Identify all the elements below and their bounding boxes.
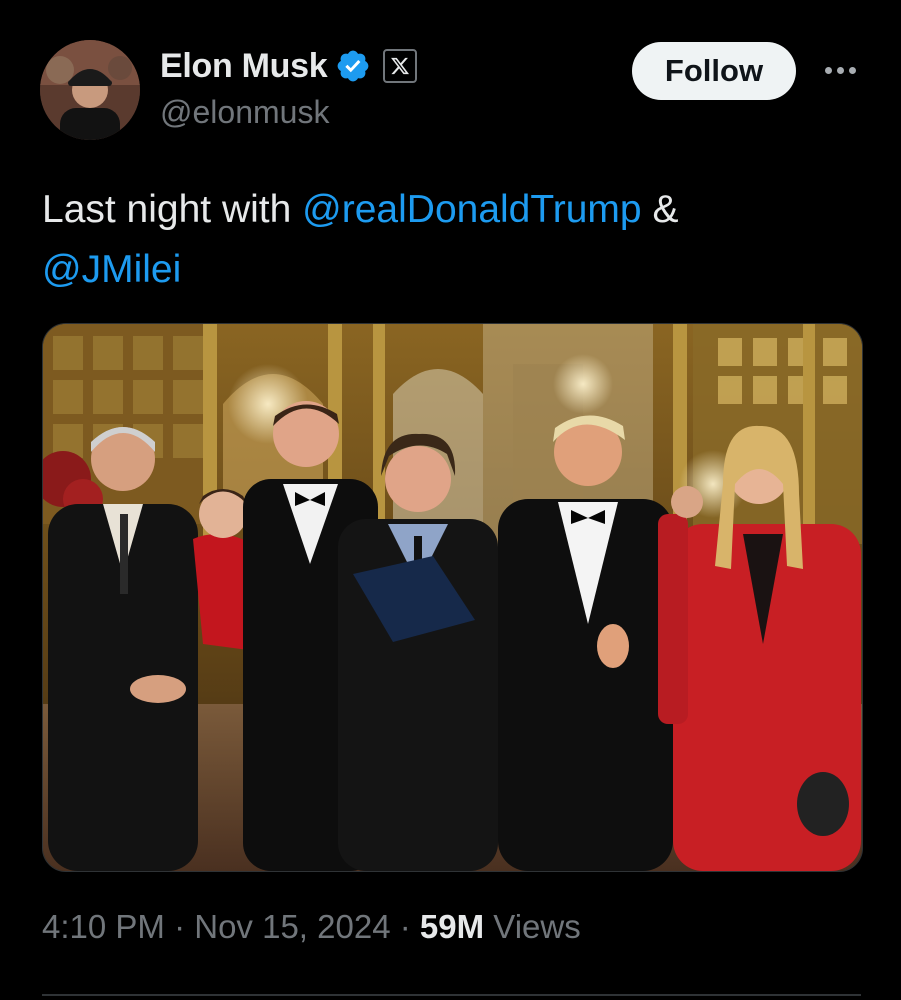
more-dot xyxy=(836,66,844,74)
author-display-name[interactable]: Elon Musk xyxy=(160,47,328,86)
tweet-meta: 4:10 PM · Nov 15, 2024 · 59M Views xyxy=(42,908,581,946)
more-dot xyxy=(824,66,832,74)
author-handle[interactable]: @elonmusk xyxy=(160,94,329,131)
tweet-photo[interactable] xyxy=(42,323,863,872)
x-logo-icon[interactable] xyxy=(383,49,418,83)
avatar[interactable] xyxy=(40,40,140,140)
views-count[interactable]: 59M xyxy=(420,908,484,945)
tweet-header: Elon Musk @elonmusk Follow xyxy=(40,40,860,140)
photo-scene xyxy=(43,324,862,871)
more-dot xyxy=(848,66,856,74)
tweet-time[interactable]: 4:10 PM xyxy=(42,908,165,945)
more-icon[interactable] xyxy=(818,56,862,84)
avatar-image xyxy=(40,40,140,140)
tweet-text: Last night with @realDonaldTrump & @JMile… xyxy=(42,180,862,300)
x-logo-glyph xyxy=(391,57,410,75)
tweet-text-prefix: Last night with xyxy=(42,188,303,231)
author-name-row: Elon Musk xyxy=(160,44,418,88)
views-label[interactable]: Views xyxy=(493,908,580,945)
divider xyxy=(42,994,861,996)
tweet-text-middle: & xyxy=(641,188,679,231)
mention-link-trump[interactable]: @realDonaldTrump xyxy=(302,188,641,231)
meta-separator: · xyxy=(174,908,186,945)
follow-button[interactable]: Follow xyxy=(632,42,796,100)
verified-badge-icon[interactable] xyxy=(335,48,371,84)
meta-separator: · xyxy=(399,908,411,945)
tweet-date[interactable]: Nov 15, 2024 xyxy=(194,908,390,945)
mention-link-milei[interactable]: @JMilei xyxy=(42,248,181,291)
